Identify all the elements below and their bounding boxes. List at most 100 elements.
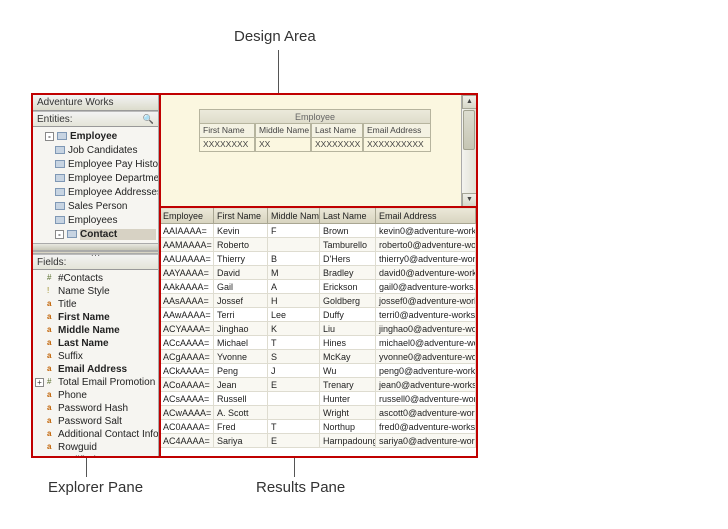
entity-item[interactable]: Employee Pay Histories (33, 157, 158, 171)
search-icon[interactable]: 🔍 (143, 114, 154, 125)
design-column-header[interactable]: Email Address (363, 124, 431, 138)
field-item[interactable]: Additional Contact Info (33, 428, 158, 441)
design-card[interactable]: Employee First NameMiddle NameLast NameE… (199, 109, 431, 152)
scroll-down-arrow[interactable]: ▼ (462, 193, 476, 207)
entity-icon (55, 160, 65, 168)
table-row[interactable]: AAUAAAA=ThierryBD'Hersthierry0@adventure… (160, 252, 476, 266)
table-cell: Bradley (320, 266, 376, 280)
table-cell: Northup (320, 420, 376, 434)
column-header[interactable]: Last Name (320, 208, 376, 224)
table-row[interactable]: AC0AAAA=FredTNorthupfred0@adventure-work… (160, 420, 476, 434)
table-cell: Goldberg (320, 294, 376, 308)
entity-item[interactable]: Employee Department Histories (33, 171, 158, 185)
entity-item[interactable]: - Contact (33, 227, 158, 241)
field-type-icon (47, 379, 55, 387)
field-item[interactable]: First Name (33, 311, 158, 324)
design-column-header[interactable]: Last Name (311, 124, 363, 138)
annotation-results-pane: Results Pane (256, 479, 345, 496)
table-row[interactable]: ACcAAAA=MichaelTHinesmichael0@adventure-… (160, 336, 476, 350)
table-row[interactable]: AAYAAAA=DavidMBradleydavid0@adventure-wo… (160, 266, 476, 280)
entity-icon (55, 146, 65, 154)
field-label: Name Style (58, 286, 110, 297)
table-cell: gail0@adventure-works.com (376, 280, 476, 294)
entity-label: Contact (80, 229, 156, 240)
design-area[interactable]: Employee First NameMiddle NameLast NameE… (159, 95, 476, 207)
results-grid[interactable]: EmployeeFirst NameMiddle NameLast NameEm… (159, 207, 476, 448)
scroll-up-arrow[interactable]: ▲ (462, 95, 476, 109)
table-cell: Roberto (214, 238, 268, 252)
table-cell: jean0@adventure-works.com (376, 378, 476, 392)
table-row[interactable]: ACoAAAA=JeanETrenaryjean0@adventure-work… (160, 378, 476, 392)
entity-label: Employee (70, 131, 117, 142)
column-header[interactable]: Email Address (376, 208, 476, 224)
table-cell: Yvonne (214, 350, 268, 364)
column-header[interactable]: Middle Name (268, 208, 320, 224)
table-cell: Liu (320, 322, 376, 336)
entity-item[interactable]: Employee Addresses (33, 185, 158, 199)
field-item[interactable]: Last Name (33, 337, 158, 350)
entity-icon (67, 230, 77, 238)
fields-list: #ContactsName StyleTitleFirst NameMiddle… (33, 270, 158, 456)
table-row[interactable]: AC4AAAA=SariyaEHarnpadoungsa...sariya0@a… (160, 434, 476, 448)
field-item[interactable]: Name Style (33, 285, 158, 298)
table-row[interactable]: ACgAAAA=YvonneSMcKayyvonne0@adventure-wo… (160, 350, 476, 364)
table-cell: kevin0@adventure-works.com (376, 224, 476, 238)
table-row[interactable]: AAMAAAA=RobertoTamburelloroberto0@advent… (160, 238, 476, 252)
model-title: Adventure Works (33, 95, 158, 111)
column-header[interactable]: First Name (214, 208, 268, 224)
field-item[interactable]: Rowguid (33, 441, 158, 454)
table-row[interactable]: AAkAAAA=GailAEricksongail0@adventure-wor… (160, 280, 476, 294)
entity-icon (57, 132, 67, 140)
design-sample-cell: XXXXXXXX (199, 138, 255, 152)
entity-item[interactable]: - Employee (33, 129, 158, 143)
table-cell (268, 238, 320, 252)
field-item[interactable]: +Total Email Promotion (33, 376, 158, 389)
field-item[interactable]: Title (33, 298, 158, 311)
entity-item[interactable]: Employees (33, 213, 158, 227)
field-type-icon (47, 418, 55, 426)
table-cell: Lee (268, 308, 320, 322)
table-row[interactable]: ACsAAAA=RussellHunterrussell0@adventure-… (160, 392, 476, 406)
expand-icon[interactable]: - (55, 230, 64, 239)
table-cell: AAUAAAA= (160, 252, 214, 266)
field-item[interactable]: Password Salt (33, 415, 158, 428)
field-item[interactable]: Email Address (33, 363, 158, 376)
table-row[interactable]: AAwAAAA=TerriLeeDuffyterri0@adventure-wo… (160, 308, 476, 322)
field-type-icon (47, 366, 55, 374)
table-cell: russell0@adventure-works.com (376, 392, 476, 406)
field-type-icon (47, 314, 55, 322)
expand-icon[interactable]: - (45, 132, 54, 141)
field-item[interactable]: Suffix (33, 350, 158, 363)
expand-icon[interactable]: + (35, 378, 44, 387)
entity-icon (55, 216, 65, 224)
table-cell: Thierry (214, 252, 268, 266)
entity-item[interactable]: Job Candidates (33, 143, 158, 157)
scrollbar-vertical[interactable]: ▲ ▼ (461, 95, 476, 207)
table-cell: T (268, 420, 320, 434)
field-label: Additional Contact Info (58, 429, 158, 440)
connector-line (278, 50, 279, 94)
column-header[interactable]: Employee (160, 208, 214, 224)
table-row[interactable]: ACkAAAA=PengJWupeng0@adventure-works.com (160, 364, 476, 378)
field-item[interactable]: Phone (33, 389, 158, 402)
field-item[interactable]: +Modified Date (33, 454, 158, 456)
scroll-thumb[interactable] (463, 110, 475, 150)
field-item[interactable]: #Contacts (33, 272, 158, 285)
design-column-header[interactable]: First Name (199, 124, 255, 138)
field-item[interactable]: Password Hash (33, 402, 158, 415)
field-type-icon (47, 340, 55, 348)
design-column-header[interactable]: Middle Name (255, 124, 311, 138)
field-item[interactable]: Middle Name (33, 324, 158, 337)
connector-line (86, 457, 87, 477)
table-cell: Jinghao (214, 322, 268, 336)
splitter-horizontal[interactable] (33, 251, 158, 255)
entities-tree: - EmployeeJob CandidatesEmployee Pay Hist… (33, 127, 158, 243)
table-row[interactable]: ACYAAAA=JinghaoKLiujinghao0@adventure-wo… (160, 322, 476, 336)
table-row[interactable]: ACwAAAA=A. ScottWrightascott0@adventure-… (160, 406, 476, 420)
table-row[interactable]: AAIAAAA=KevinFBrownkevin0@adventure-work… (160, 224, 476, 238)
design-sample-cell: XXXXXXXX (311, 138, 363, 152)
field-type-icon (47, 288, 55, 296)
table-row[interactable]: AAsAAAA=JossefHGoldbergjossef0@adventure… (160, 294, 476, 308)
table-cell: roberto0@adventure-works.com (376, 238, 476, 252)
entity-item[interactable]: Sales Person (33, 199, 158, 213)
